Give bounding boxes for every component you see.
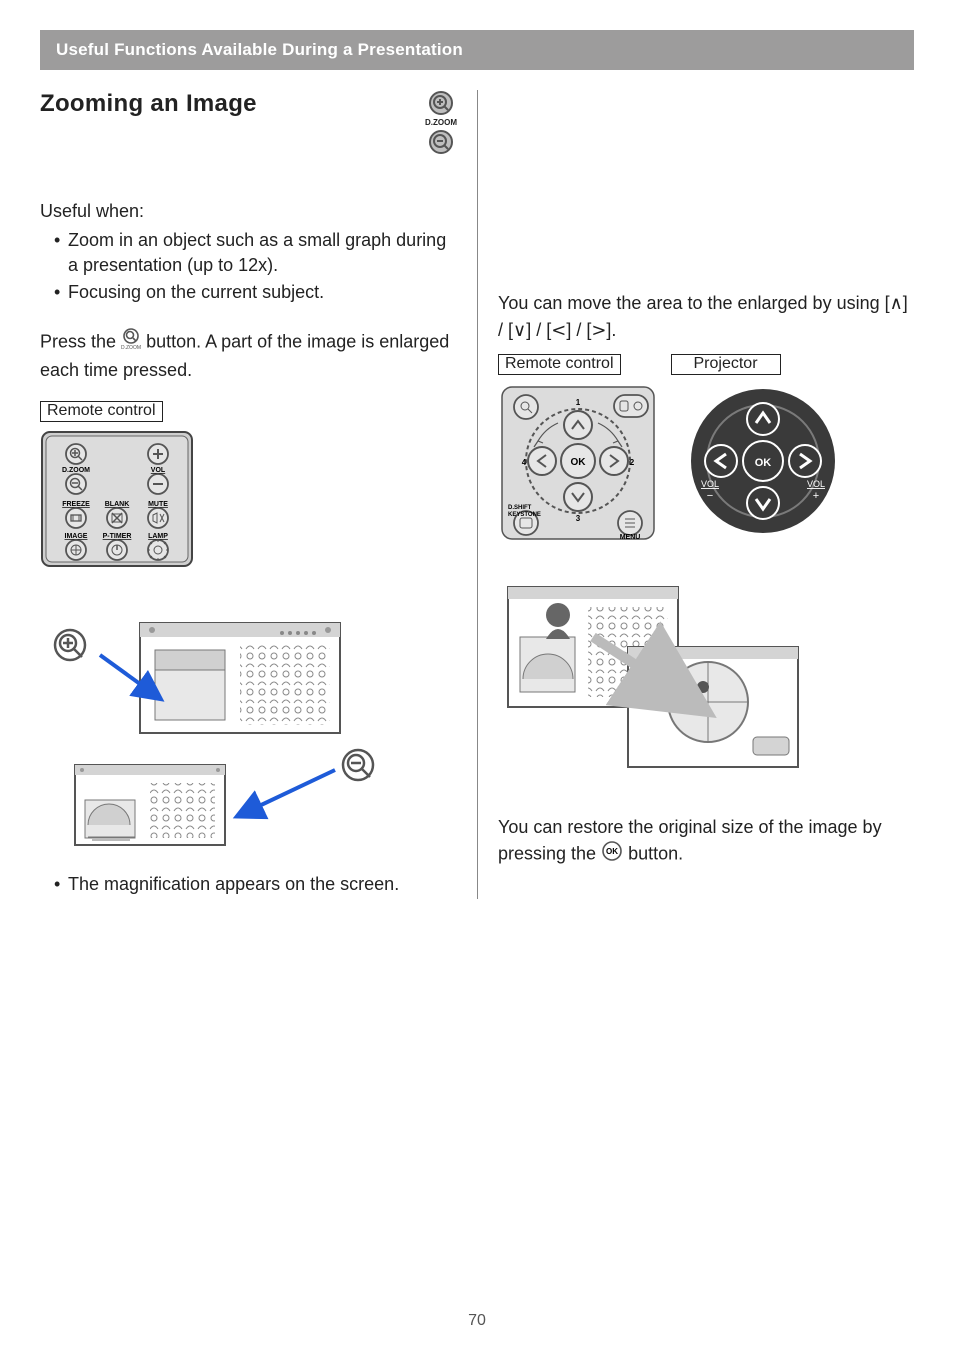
list-item: Zoom in an object such as a small graph … xyxy=(54,228,457,278)
svg-text:1: 1 xyxy=(576,398,581,407)
zoom-out-icon xyxy=(428,129,454,155)
svg-text:VOL: VOL xyxy=(151,467,166,474)
breadcrumb-text: Useful Functions Available During a Pres… xyxy=(56,40,463,59)
projector-label: Projector xyxy=(671,354,781,375)
svg-text:IMAGE: IMAGE xyxy=(65,533,88,540)
svg-text:BLANK: BLANK xyxy=(105,501,130,508)
svg-text:FREEZE: FREEZE xyxy=(62,501,90,508)
move-instruction: You can move the area to the enlarged by… xyxy=(498,290,914,344)
remote-control-label: Remote control xyxy=(498,354,621,375)
left-column: Zooming an Image D.ZOOM Us xyxy=(40,90,477,899)
list-item: Focusing on the current subject. xyxy=(54,280,457,305)
list-item: The magnification appears on the screen. xyxy=(54,872,457,897)
svg-text:+: + xyxy=(813,490,819,502)
nav-diagrams: OK 1 2 3 4 D.SHIFT KEYSTONE xyxy=(498,383,914,543)
zoom-illustration xyxy=(40,615,457,860)
svg-text:OK: OK xyxy=(755,457,772,469)
left-icon: < xyxy=(551,320,566,341)
useful-when-heading: Useful when: xyxy=(40,201,457,222)
useful-when-list: Zoom in an object such as a small graph … xyxy=(40,228,457,306)
svg-text:P-TIMER: P-TIMER xyxy=(103,533,132,540)
svg-text:OK: OK xyxy=(606,847,618,856)
dzoom-label: D.ZOOM xyxy=(425,118,457,127)
page-title: Zooming an Image xyxy=(40,90,257,118)
svg-text:MENU: MENU xyxy=(620,534,641,541)
press-instruction: Press the D.ZOOM button. A part of the i… xyxy=(40,328,457,383)
projector-nav-diagram: OK VOL − VOL + xyxy=(678,383,848,543)
remote-nav-diagram: OK 1 2 3 4 D.SHIFT KEYSTONE xyxy=(498,383,658,543)
svg-text:D.ZOOM: D.ZOOM xyxy=(62,467,90,474)
mag-note-list: The magnification appears on the screen. xyxy=(40,872,457,897)
page-number: 70 xyxy=(0,1312,954,1330)
svg-text:D.SHIFT: D.SHIFT xyxy=(508,505,532,511)
dzoom-inline-icon: D.ZOOM xyxy=(121,328,141,357)
svg-text:3: 3 xyxy=(576,514,581,523)
zoom-in-icon xyxy=(428,90,454,116)
restore-instruction: You can restore the original size of the… xyxy=(498,814,914,869)
svg-text:VOL: VOL xyxy=(701,479,719,489)
svg-text:KEYSTONE: KEYSTONE xyxy=(508,512,541,518)
ok-inline-icon: OK xyxy=(601,840,623,869)
svg-text:MUTE: MUTE xyxy=(148,501,168,508)
svg-text:VOL: VOL xyxy=(807,479,825,489)
right-column: You can move the area to the enlarged by… xyxy=(477,90,914,899)
up-icon: ∧ xyxy=(890,293,903,314)
move-area-illustration xyxy=(498,567,914,792)
svg-text:4: 4 xyxy=(522,458,527,467)
svg-text:2: 2 xyxy=(630,458,635,467)
down-icon: ∨ xyxy=(513,320,526,341)
svg-text:−: − xyxy=(707,490,713,502)
svg-text:LAMP: LAMP xyxy=(148,533,168,540)
remote-control-diagram: D.ZOOM VOL FREEZE BLANK MUTE IMAGE P-TIM… xyxy=(40,430,457,575)
remote-control-label: Remote control xyxy=(40,401,163,422)
svg-text:D.ZOOM: D.ZOOM xyxy=(121,345,141,350)
section-header: Useful Functions Available During a Pres… xyxy=(40,30,914,70)
dzoom-title-icon: D.ZOOM xyxy=(425,90,457,155)
svg-text:OK: OK xyxy=(571,457,587,468)
right-icon: > xyxy=(591,320,606,341)
